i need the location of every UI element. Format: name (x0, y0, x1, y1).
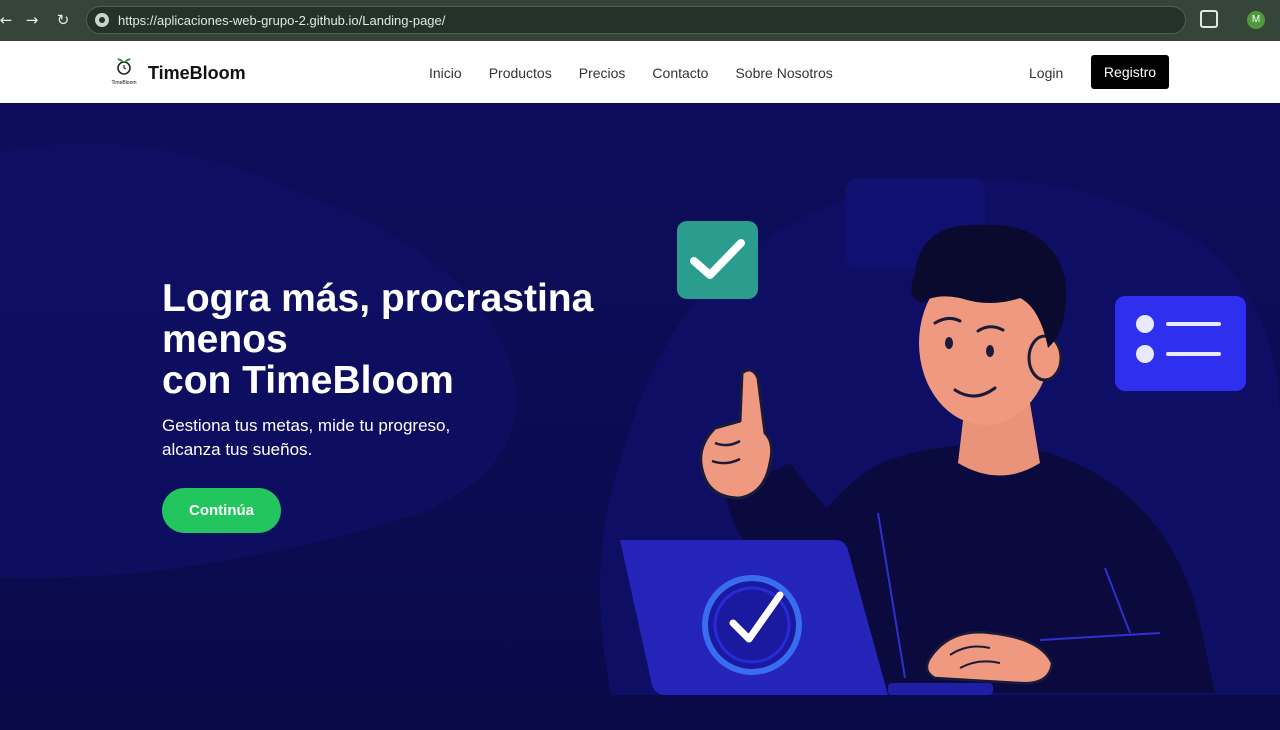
timebloom-logo-icon[interactable]: TimeBloom (106, 54, 142, 90)
hero-title-line: con TimeBloom (162, 359, 454, 402)
logo-caption: TimeBloom (111, 80, 136, 86)
login-link[interactable]: Login (1029, 65, 1063, 81)
back-arrow-icon[interactable]: ← (0, 8, 18, 32)
signup-button[interactable]: Registro (1091, 55, 1169, 89)
hero-footer-band (0, 695, 1280, 730)
nav-link-productos[interactable]: Productos (489, 65, 552, 81)
address-bar[interactable]: https://aplicaciones-web-grupo-2.github.… (86, 6, 1186, 34)
nav-link-sobre-nosotros[interactable]: Sobre Nosotros (735, 65, 832, 81)
site-info-icon[interactable] (95, 13, 109, 27)
nav-link-contacto[interactable]: Contacto (652, 65, 708, 81)
reload-icon[interactable]: ↻ (51, 8, 75, 32)
progress-check-icon (702, 575, 802, 675)
browser-toolbar: ← → ↻ https://aplicaciones-web-grupo-2.g… (0, 0, 1280, 41)
hero-subtitle: Gestiona tus metas, mide tu progreso, al… (162, 414, 482, 462)
hero-title-line: Logra más, procrastina (162, 277, 594, 320)
brand-name[interactable]: TimeBloom (148, 63, 246, 84)
hero-subtitle-line: Gestiona tus metas, mide tu progreso, (162, 416, 451, 435)
forward-arrow-icon[interactable]: → (20, 8, 44, 32)
hero-subtitle-line: alcanza tus sueños. (162, 440, 313, 459)
main-nav: Inicio Productos Precios Contacto Sobre … (429, 65, 833, 81)
task-list-icon (1115, 296, 1246, 391)
nav-link-precios[interactable]: Precios (579, 65, 626, 81)
nav-link-inicio[interactable]: Inicio (429, 65, 462, 81)
continue-button[interactable]: Continúa (162, 488, 281, 533)
check-card-icon (677, 221, 758, 299)
hero-title-line: menos (162, 318, 288, 361)
extensions-icon[interactable] (1200, 10, 1218, 28)
hero-title: Logra más, procrastina menos con TimeBlo… (162, 278, 632, 401)
site-header: TimeBloom TimeBloom Inicio Productos Pre… (0, 41, 1280, 103)
hero-section: Logra más, procrastina menos con TimeBlo… (0, 103, 1280, 730)
url-text[interactable]: https://aplicaciones-web-grupo-2.github.… (118, 13, 445, 28)
profile-avatar[interactable]: M (1247, 11, 1265, 29)
